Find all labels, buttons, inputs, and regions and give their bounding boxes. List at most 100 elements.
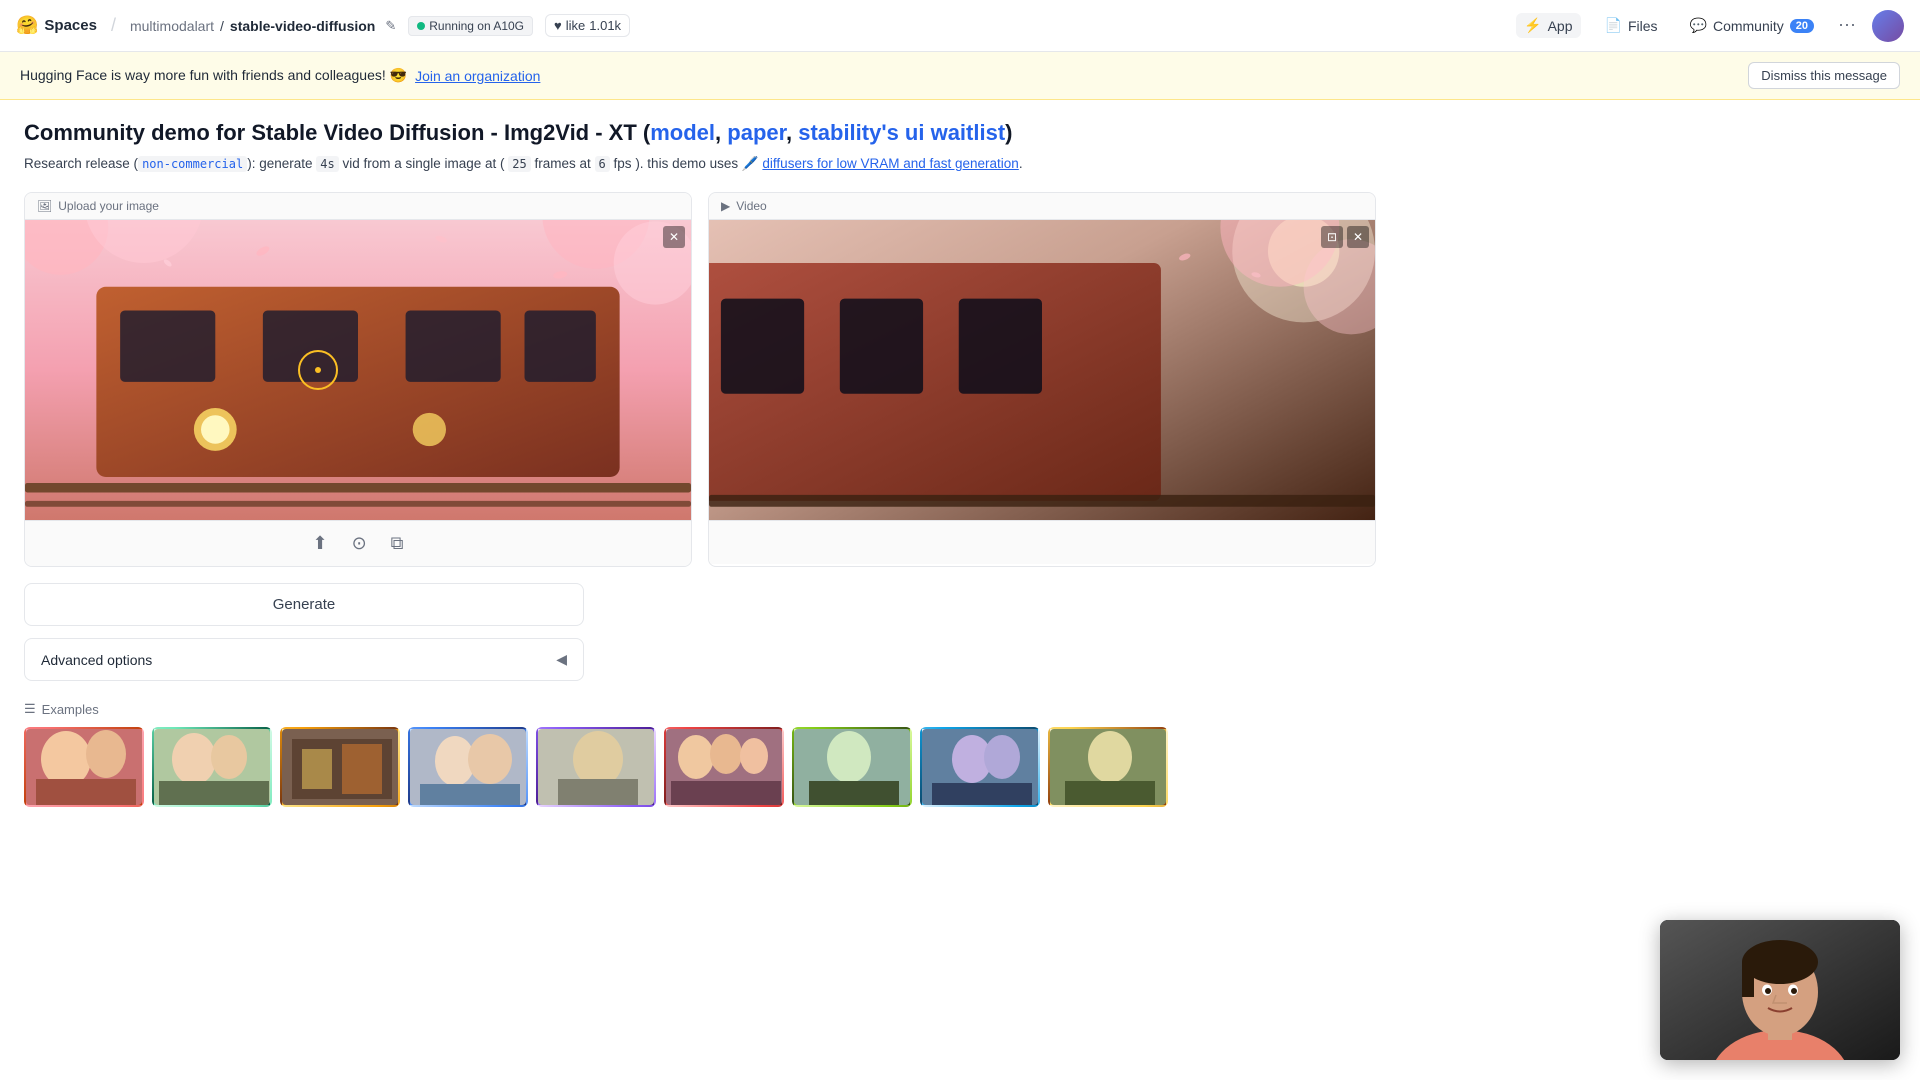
advanced-options-toggle[interactable]: Advanced options ◀ (24, 638, 584, 681)
community-icon: 💬 (1690, 17, 1707, 34)
title-suffix: ) (1005, 120, 1012, 145)
webcam-icon[interactable]: ⊙ (348, 529, 371, 558)
model-link[interactable]: model (650, 120, 715, 145)
example-thumb-1[interactable] (24, 727, 144, 807)
upload-controls: ⬆ ⊙ ⧉ (25, 520, 691, 566)
minimize-video-button[interactable]: ⊡ (1321, 226, 1343, 248)
image-icon: 🖼 (37, 199, 52, 213)
status-dot (417, 22, 425, 30)
running-status[interactable]: Running on A10G (408, 16, 533, 36)
like-label: like (566, 18, 586, 33)
video-person (1660, 920, 1900, 1060)
example-thumb-img-9 (1050, 729, 1168, 807)
title-comma2: , (786, 120, 798, 145)
example-thumb-5[interactable] (536, 727, 656, 807)
subtitle: Research release (non-commercial): gener… (24, 156, 1376, 172)
title-comma1: , (715, 120, 727, 145)
advanced-options-label: Advanced options (41, 652, 152, 668)
upload-panel-label: 🖼 Upload your image (25, 193, 691, 220)
example-thumb-img-1 (26, 729, 144, 807)
spaces-label: Spaces (44, 17, 97, 34)
non-commercial-link[interactable]: non-commercial (138, 156, 247, 172)
example-thumb-img-5 (538, 729, 656, 807)
edit-icon[interactable]: ✎ (385, 18, 396, 34)
page-title: Community demo for Stable Video Diffusio… (24, 120, 1376, 146)
example-thumb-8[interactable] (920, 727, 1040, 807)
example-thumb-img-8 (922, 729, 1040, 807)
spaces-link[interactable]: 🤗 Spaces (16, 15, 97, 36)
diffusers-link[interactable]: diffusers for low VRAM and fast generati… (762, 156, 1018, 171)
train-image (25, 220, 691, 520)
community-label: Community (1713, 18, 1784, 34)
running-label: Running on A10G (429, 19, 524, 33)
example-thumb-7[interactable] (792, 727, 912, 807)
community-tab[interactable]: 💬 Community 20 (1682, 13, 1822, 38)
example-thumb-9[interactable] (1048, 727, 1168, 807)
fps-value: 6 (595, 156, 610, 172)
person-svg (1660, 920, 1900, 1060)
example-thumb-img-4 (410, 729, 528, 807)
heart-icon: ♥ (554, 18, 562, 33)
like-button[interactable]: ♥ like 1.01k (545, 14, 630, 37)
notification-banner: Hugging Face is way more fun with friend… (0, 52, 1920, 100)
close-image-button[interactable]: ✕ (663, 226, 685, 248)
close-video-button[interactable]: ✕ (1347, 226, 1369, 248)
upload-panel: 🖼 Upload your image (24, 192, 692, 567)
example-thumb-3[interactable] (280, 727, 400, 807)
upload-image-area[interactable]: ✕ (25, 220, 691, 520)
example-thumb-img-3 (282, 729, 400, 807)
navbar: 🤗 Spaces / multimodalart / stable-video-… (0, 0, 1920, 52)
video-corner-buttons: ⊡ ✕ (1321, 226, 1369, 248)
banner-text: Hugging Face is way more fun with friend… (20, 67, 540, 84)
main-content: Community demo for Stable Video Diffusio… (0, 100, 1400, 827)
files-icon: 📄 (1605, 17, 1622, 34)
app-tab[interactable]: ⚡ App (1516, 13, 1580, 38)
corner-buttons: ✕ (663, 226, 685, 248)
list-icon: ☰ (24, 701, 36, 717)
like-count: 1.01k (589, 18, 621, 33)
video-panel: ▶ Video (708, 192, 1376, 567)
files-tab[interactable]: 📄 Files (1597, 13, 1666, 38)
video-frame (709, 220, 1375, 520)
examples-text: Examples (42, 702, 99, 717)
generate-section: Generate (24, 583, 584, 638)
repo-separator: / (220, 18, 224, 34)
example-thumb-4[interactable] (408, 727, 528, 807)
banner-message: Hugging Face is way more fun with friend… (20, 67, 407, 84)
share-icon[interactable]: ⬆ (308, 529, 331, 558)
navbar-divider: / (111, 15, 116, 36)
repo-info: multimodalart / stable-video-diffusion ✎ (130, 18, 396, 34)
video-svg (709, 220, 1375, 520)
dismiss-button[interactable]: Dismiss this message (1748, 62, 1900, 89)
floating-video (1660, 920, 1900, 1060)
avatar[interactable] (1872, 10, 1904, 42)
example-thumb-img-6 (666, 729, 784, 807)
video-icon: ▶ (721, 199, 730, 213)
video-panel-label: ▶ Video (709, 193, 1375, 220)
spaces-icon: 🤗 (16, 15, 38, 36)
duration-value: 4s (316, 156, 338, 172)
video-label-text: Video (736, 199, 766, 213)
navbar-right: ⚡ App 📄 Files 💬 Community 20 ⋯ (1516, 10, 1904, 42)
example-thumb-6[interactable] (664, 727, 784, 807)
repo-owner: multimodalart (130, 18, 214, 34)
example-thumb-img-7 (794, 729, 912, 807)
community-badge: 20 (1790, 19, 1814, 33)
video-image-area[interactable]: ⊡ ✕ (709, 220, 1375, 520)
examples-section: ☰ Examples (24, 701, 1376, 807)
examples-grid (24, 727, 1376, 807)
examples-label: ☰ Examples (24, 701, 1376, 717)
title-prefix: Community demo for Stable Video Diffusio… (24, 120, 650, 145)
frames-label: frames (535, 156, 576, 171)
example-thumb-2[interactable] (152, 727, 272, 807)
join-org-link[interactable]: Join an organization (415, 68, 540, 84)
paper-link[interactable]: paper (727, 120, 786, 145)
stability-link[interactable]: stability's ui waitlist (798, 120, 1005, 145)
files-label: Files (1628, 18, 1658, 34)
app-label: App (1548, 18, 1573, 34)
more-options-icon[interactable]: ⋯ (1838, 15, 1856, 36)
repo-name: stable-video-diffusion (230, 18, 375, 34)
example-thumb-img-2 (154, 729, 272, 807)
clipboard-icon[interactable]: ⧉ (387, 529, 408, 558)
generate-button[interactable]: Generate (24, 583, 584, 626)
